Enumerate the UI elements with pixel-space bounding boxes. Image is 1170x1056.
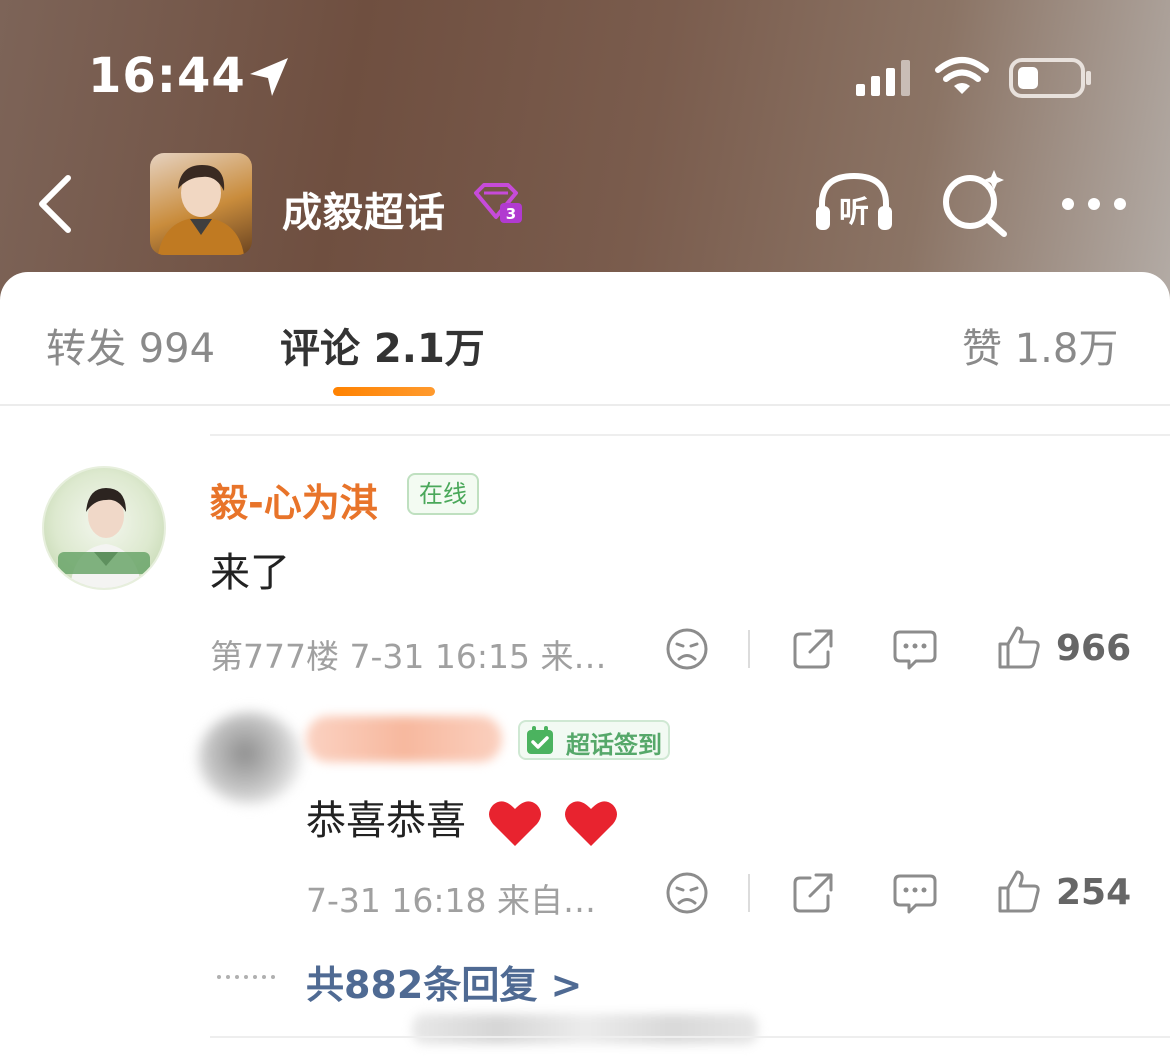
battery-icon [1009,58,1091,98]
diamond-level-badge-icon: 3 [474,183,522,223]
bottom-divider [210,1036,1170,1038]
like-thumb-icon[interactable] [996,868,1042,914]
red-heart-emoji-icon [488,801,541,846]
reply-comment-icon[interactable] [892,628,938,672]
blurred-next-comment [412,1014,758,1044]
reply-username-blurred[interactable] [306,716,502,762]
reply-avatar-blurred[interactable] [198,712,302,804]
supertopic-checkin-badge: 超话签到 [518,720,670,760]
checkin-label: 超话签到 [566,731,662,759]
comment-meta: 第777楼 7-31 16:15 来… [210,637,607,676]
ellipsis-dots-icon [217,975,275,979]
listen-headphones-icon[interactable]: 听 [812,170,896,238]
wifi-icon [935,57,989,94]
reply-comment-icon[interactable] [892,872,938,916]
share-icon[interactable] [790,626,836,672]
comment-text: 来了 [210,550,290,596]
comment-divider [210,434,1170,436]
reply-text-content: 恭喜恭喜 [306,798,466,844]
action-separator [748,630,750,668]
dislike-face-icon[interactable] [664,870,710,916]
cellular-signal-icon [856,60,910,96]
person-avatar-image [158,165,244,255]
top-header: 16:44 成毅超话 3 听 [0,0,1170,300]
dislike-face-icon[interactable] [664,626,710,672]
view-all-replies-link[interactable]: 共882条回复 > [306,954,582,1009]
tab-comment[interactable]: 评论 2.1万 [280,316,485,374]
action-separator [748,874,750,912]
red-heart-emoji-icon [565,801,618,846]
level-number: 3 [506,205,516,223]
like-thumb-icon[interactable] [996,624,1042,670]
comment-username[interactable]: 毅-心为淇 [210,472,378,527]
person-avatar-image [58,488,150,588]
status-time: 16:44 [88,48,246,104]
listen-label: 听 [839,195,869,230]
commenter-avatar[interactable] [42,466,166,590]
calendar-check-icon [527,726,553,754]
online-status-badge: 在线 [407,473,479,515]
reply-like-count: 254 [1056,872,1132,913]
back-chevron-icon[interactable] [34,174,74,234]
search-sparkle-icon[interactable] [940,168,1010,238]
topic-avatar[interactable] [150,153,252,255]
location-arrow-icon [250,58,288,96]
more-options-icon[interactable] [1060,196,1128,212]
tabs-divider [0,404,1170,406]
comment-like-count: 966 [1056,628,1132,669]
tab-repost[interactable]: 转发 994 [46,316,215,374]
reply-text: 恭喜恭喜 [306,788,619,848]
page-title: 成毅超话 [282,190,446,236]
share-icon[interactable] [790,870,836,916]
active-tab-indicator [333,387,435,396]
tab-like[interactable]: 赞 1.8万 [962,316,1118,374]
reply-meta: 7-31 16:18 来自… [306,881,596,920]
